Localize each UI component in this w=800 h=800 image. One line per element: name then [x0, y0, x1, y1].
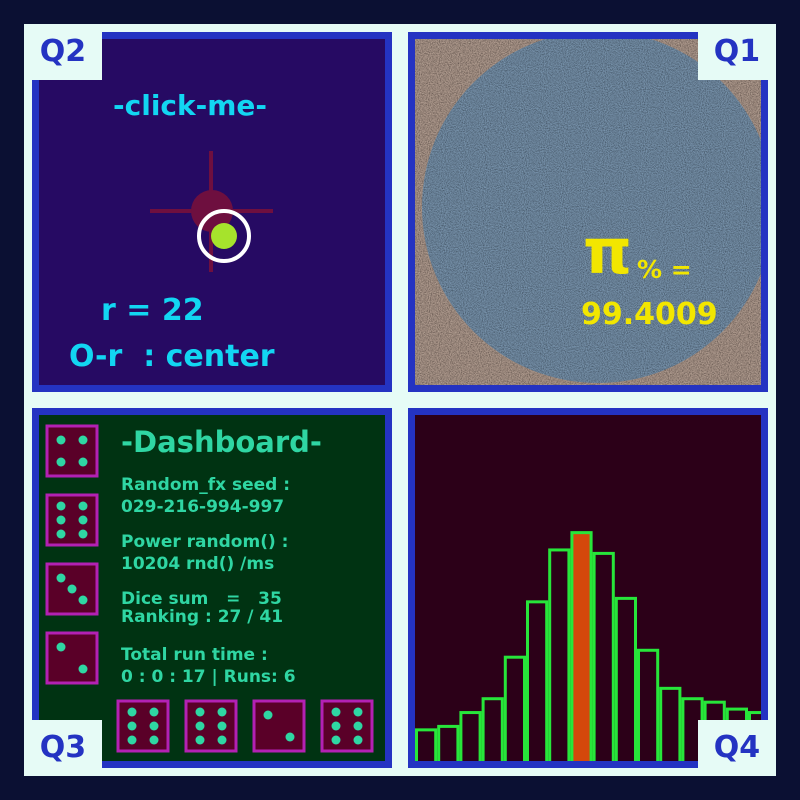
die-pip	[217, 721, 227, 731]
die-face	[45, 631, 99, 685]
bottom-die-3	[320, 699, 374, 753]
left-die-0	[45, 424, 99, 478]
die-pip	[285, 732, 295, 742]
die-pip	[56, 529, 66, 539]
die-pip	[217, 707, 227, 717]
bottom-die-2	[252, 699, 306, 753]
histogram-bar	[548, 548, 571, 761]
histogram-bar	[659, 686, 682, 761]
dashboard-title: -Dashboard-	[121, 425, 322, 459]
dashboard-panel: -Dashboard- Random_fx seed : 029-216-994…	[32, 408, 392, 768]
histogram-bar	[526, 600, 549, 761]
bottom-die-1	[184, 699, 238, 753]
die-pip	[78, 595, 88, 605]
die-pip	[217, 735, 227, 745]
target-graphic[interactable]	[39, 39, 385, 385]
left-die-2	[45, 562, 99, 616]
pi-suffix: % =	[637, 255, 692, 284]
click-panel[interactable]: -click-me- r = 22 O-r : center	[32, 32, 392, 392]
power-label: Power random() :	[121, 532, 289, 552]
runtime-value: 0 : 0 : 17 | Runs: 6	[121, 667, 296, 687]
die-pip	[78, 664, 88, 674]
die-face	[252, 699, 306, 753]
die-pip	[78, 515, 88, 525]
die-pip	[56, 457, 66, 467]
monte-carlo-canvas	[415, 39, 761, 385]
histogram-bar	[481, 697, 504, 761]
pointer-dot	[211, 223, 237, 249]
die-pip	[195, 735, 205, 745]
quadrant-label-q4: Q4	[698, 720, 776, 776]
seed-value: 029-216-994-997	[121, 497, 285, 517]
die-pip	[331, 721, 341, 731]
die-pip	[127, 735, 137, 745]
die-pip	[331, 707, 341, 717]
die-pip	[195, 707, 205, 717]
die-pip	[353, 721, 363, 731]
die-pip	[78, 457, 88, 467]
histogram-bar	[637, 648, 660, 761]
runtime-label: Total run time :	[121, 645, 268, 665]
mode-readout: O-r : center	[69, 339, 275, 374]
die-pip	[56, 501, 66, 511]
die-pip	[56, 515, 66, 525]
histogram-bar	[415, 728, 438, 761]
die-pip	[149, 707, 159, 717]
histogram-bar	[503, 655, 527, 761]
bottom-die-0	[116, 699, 170, 753]
histogram-chart	[415, 531, 761, 761]
die-pip	[149, 735, 159, 745]
die-pip	[353, 735, 363, 745]
quadrant-label-q1: Q1	[698, 24, 776, 80]
die-pip	[263, 710, 273, 720]
die-face	[184, 699, 238, 753]
die-pip	[195, 721, 205, 731]
quadrant-label-q2: Q2	[24, 24, 102, 80]
die-face	[116, 699, 170, 753]
die-pip	[67, 584, 77, 594]
die-pip	[127, 721, 137, 731]
die-face	[45, 424, 99, 478]
histogram-panel	[408, 408, 768, 768]
pi-value: 99.4009	[581, 297, 718, 332]
die-pip	[149, 721, 159, 731]
histogram-bar	[570, 531, 593, 761]
die-face	[45, 493, 99, 547]
radius-readout: r = 22	[101, 293, 204, 328]
die-pip	[78, 501, 88, 511]
histogram-bar	[437, 724, 460, 761]
die-pip	[56, 642, 66, 652]
histogram-bar	[614, 596, 638, 761]
die-pip	[56, 573, 66, 583]
die-pip	[353, 707, 363, 717]
die-pip	[127, 707, 137, 717]
ranking: Ranking : 27 / 41	[121, 607, 284, 627]
power-value: 10204 rnd() /ms	[121, 554, 275, 574]
die-face	[320, 699, 374, 753]
seed-label: Random_fx seed :	[121, 475, 291, 495]
die-pip	[331, 735, 341, 745]
histogram-bar	[592, 551, 615, 761]
pi-estimate-panel: π % = 99.4009	[408, 32, 768, 392]
histogram-bar	[459, 711, 482, 761]
die-pip	[78, 435, 88, 445]
left-die-3	[45, 631, 99, 685]
left-die-1	[45, 493, 99, 547]
die-pip	[78, 529, 88, 539]
quadrant-label-q3: Q3	[24, 720, 102, 776]
die-pip	[56, 435, 66, 445]
pi-symbol: π	[583, 215, 633, 288]
